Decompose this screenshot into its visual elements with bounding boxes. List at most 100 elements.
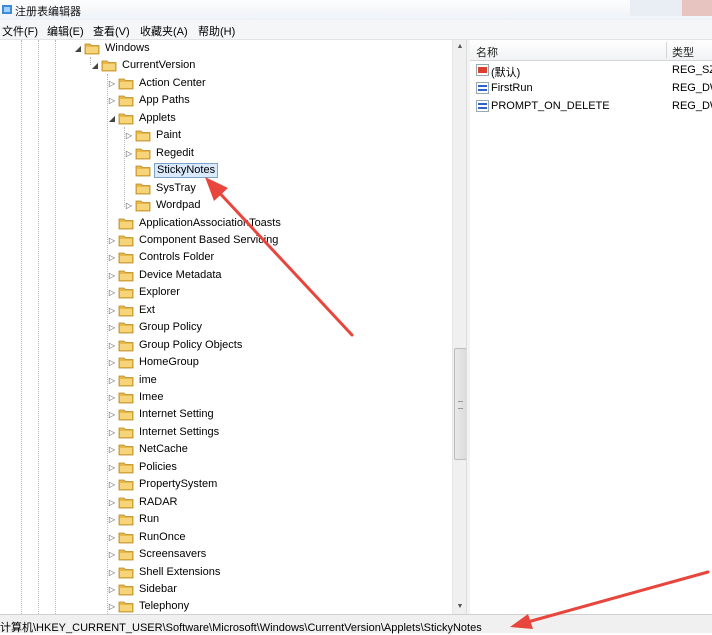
tree-node-label: Regedit xyxy=(156,146,194,159)
expand-triangle-icon[interactable]: ▷ xyxy=(107,598,117,614)
expand-triangle-icon[interactable]: ▷ xyxy=(107,337,117,354)
tree-node-label: StickyNotes xyxy=(154,163,219,179)
column-name[interactable]: 名称 xyxy=(476,44,498,60)
expand-triangle-icon[interactable]: ▷ xyxy=(107,75,117,92)
folder-icon xyxy=(118,322,134,334)
scroll-up-arrow-icon[interactable]: ▲ xyxy=(453,40,467,54)
registry-key-tree[interactable]: ◢ Windows ◢ CurrentVersion ▷ Action Center ▷ Ap… xyxy=(0,40,452,614)
expand-triangle-icon[interactable]: ▷ xyxy=(107,302,117,319)
folder-icon xyxy=(118,479,134,491)
folder-open-icon xyxy=(118,113,134,125)
folder-icon xyxy=(135,148,151,160)
expand-triangle-icon[interactable]: ▷ xyxy=(107,92,117,109)
grip-icon xyxy=(458,401,463,409)
registry-values-list[interactable]: 名称 类型 (默认)REG_SZFirstRunREG_DWPROMPT_ON_… xyxy=(470,40,712,614)
folder-icon xyxy=(135,130,151,142)
tree-node-label: Ext xyxy=(139,303,155,316)
expand-triangle-icon[interactable]: ▷ xyxy=(107,459,117,476)
folder-icon xyxy=(118,532,134,543)
value-name: (默认) xyxy=(491,67,521,79)
value-row[interactable]: (默认) REG_SZ xyxy=(470,62,712,80)
title-bar: 注册表编辑器 xyxy=(0,0,712,20)
expand-triangle-icon[interactable]: ▷ xyxy=(107,546,117,563)
menu-edit[interactable]: 编辑(E) xyxy=(47,23,84,39)
maximize-button[interactable] xyxy=(656,0,682,16)
expand-triangle-icon[interactable]: ▷ xyxy=(107,406,117,423)
folder-icon xyxy=(118,444,134,456)
tree-node-label: Internet Settings xyxy=(139,425,220,438)
expand-triangle-icon[interactable]: ▷ xyxy=(107,564,117,581)
tree-vertical-scrollbar[interactable]: ▲ ▼ xyxy=(452,40,467,614)
status-key-path: 计算机\HKEY_CURRENT_USER\Software\Microsoft… xyxy=(0,622,482,634)
value-name: PROMPT_ON_DELETE xyxy=(491,100,610,112)
expand-triangle-icon[interactable]: ▷ xyxy=(107,267,117,284)
expand-triangle-icon[interactable]: ▷ xyxy=(124,127,134,144)
expand-triangle-icon[interactable]: ▷ xyxy=(107,529,117,546)
expand-triangle-icon[interactable]: ▷ xyxy=(107,249,117,266)
expand-triangle-icon[interactable]: ▷ xyxy=(107,494,117,511)
value-type: REG_DW xyxy=(672,82,712,94)
tree-node-label: RADAR xyxy=(139,495,178,508)
value-row[interactable]: PROMPT_ON_DELETE REG_DW xyxy=(470,98,712,116)
tree-node-label: Applets xyxy=(139,111,176,124)
value-row[interactable]: FirstRun REG_DW xyxy=(470,80,712,98)
menu-view[interactable]: 查看(V) xyxy=(93,23,130,39)
folder-icon xyxy=(118,392,134,404)
tree-node-label: Action Center xyxy=(139,76,206,89)
column-separator[interactable] xyxy=(666,42,667,58)
menu-help[interactable]: 帮助(H) xyxy=(198,23,235,39)
column-type[interactable]: 类型 xyxy=(672,44,694,60)
binary-value-icon xyxy=(476,100,489,112)
tree-node-label: NetCache xyxy=(139,443,188,456)
folder-icon xyxy=(118,270,134,282)
tree-node-label: App Paths xyxy=(139,94,190,107)
tree-node-label: Imee xyxy=(139,391,164,403)
tree-node-label: HomeGroup xyxy=(139,356,199,369)
expand-triangle-icon[interactable]: ▷ xyxy=(107,424,117,441)
folder-icon xyxy=(118,235,134,247)
expand-triangle-icon[interactable]: ▷ xyxy=(107,441,117,458)
folder-icon xyxy=(135,165,151,177)
tree-node-label: Policies xyxy=(139,460,177,473)
expand-triangle-icon[interactable]: ▷ xyxy=(107,354,117,371)
minimize-button[interactable] xyxy=(630,0,656,16)
folder-icon xyxy=(118,601,134,613)
folder-icon xyxy=(118,287,134,299)
folder-open-icon xyxy=(101,61,117,72)
close-button[interactable] xyxy=(682,0,712,16)
tree-node-label: Internet Setting xyxy=(139,408,214,421)
expand-triangle-icon[interactable]: ▷ xyxy=(107,476,117,493)
folder-icon xyxy=(118,497,134,509)
tree-node-label: ime xyxy=(139,373,157,386)
folder-icon xyxy=(118,357,134,369)
expand-triangle-icon[interactable]: ▷ xyxy=(107,284,117,301)
expand-triangle-icon[interactable]: ▷ xyxy=(107,372,117,389)
expand-triangle-icon[interactable]: ▷ xyxy=(107,319,117,336)
tree-node-label: Explorer xyxy=(139,286,180,299)
expand-triangle-icon[interactable]: ▷ xyxy=(107,581,117,598)
tree-node-label: PropertySystem xyxy=(139,478,218,491)
collapse-triangle-icon[interactable]: ◢ xyxy=(107,110,117,127)
expand-triangle-icon[interactable]: ▷ xyxy=(124,197,134,214)
folder-icon xyxy=(135,200,151,212)
expand-triangle-icon[interactable]: ▷ xyxy=(107,511,117,528)
collapse-triangle-icon[interactable]: ◢ xyxy=(90,57,100,74)
scroll-down-arrow-icon[interactable]: ▼ xyxy=(453,600,467,614)
tree-node-label: Group Policy xyxy=(139,321,202,334)
tree-node-label: Component Based Servicing xyxy=(139,233,279,246)
expand-triangle-icon[interactable]: ▷ xyxy=(124,145,134,162)
tree-node-label: Screensavers xyxy=(139,548,207,561)
tree-node-label: Run xyxy=(139,513,160,526)
folder-icon xyxy=(118,78,134,90)
expand-triangle-icon[interactable]: ▷ xyxy=(107,232,117,249)
menu-favorites[interactable]: 收藏夹(A) xyxy=(140,23,188,39)
folder-icon xyxy=(118,462,134,474)
list-header: 名称 类型 xyxy=(470,40,712,61)
tree-node-label: Shell Extensions xyxy=(139,565,221,578)
collapse-triangle-icon[interactable]: ◢ xyxy=(73,40,83,57)
folder-icon xyxy=(118,584,134,596)
tree-node-label: RunOnce xyxy=(139,530,186,543)
menu-file[interactable]: 文件(F) xyxy=(2,23,38,39)
expand-triangle-icon[interactable]: ▷ xyxy=(107,389,117,406)
